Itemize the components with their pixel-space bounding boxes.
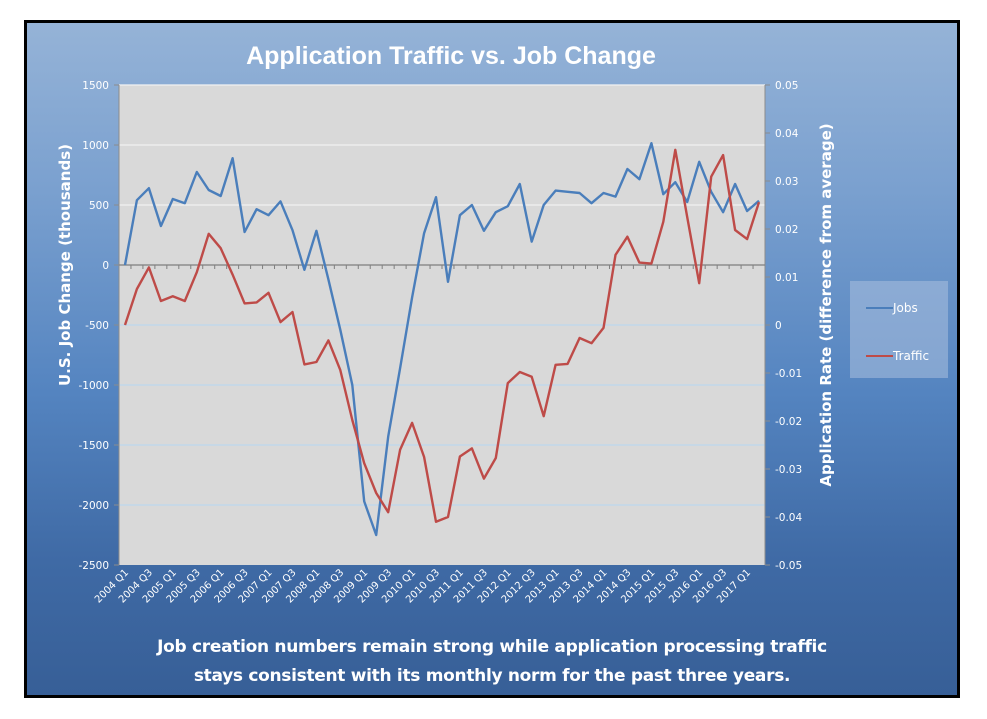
y-right-tick-label: 0.03 — [775, 176, 798, 188]
chart-panel: Application Traffic vs. Job Change 1500 1… — [24, 20, 960, 698]
y-right-tick-label: 0.04 — [775, 128, 799, 140]
y-right-tick-label: 0.05 — [775, 80, 798, 92]
y-right-tick-label: -0.01 — [775, 368, 802, 380]
chart-title: Application Traffic vs. Job Change — [246, 42, 656, 70]
legend-box — [850, 281, 948, 378]
y-axis-right-title: Application Rate (difference from averag… — [817, 123, 835, 486]
y-left-tick-label: -2000 — [78, 500, 109, 512]
legend-jobs-label: Jobs — [892, 301, 918, 315]
y-left-tick-label: 1500 — [82, 80, 109, 92]
y-left-tick-label: -500 — [85, 320, 109, 332]
y-axis-left-ticks: 1500 1000 500 0 -500 -1000 -1500 -2000 -2500 — [78, 80, 119, 572]
y-right-tick-label: 0.02 — [775, 224, 798, 236]
y-left-tick-label: 1000 — [82, 140, 109, 152]
y-right-tick-label: -0.04 — [775, 512, 802, 524]
y-left-tick-label: 0 — [102, 260, 109, 272]
y-right-tick-label: -0.05 — [775, 560, 802, 572]
caption-line-2: stays consistent with its monthly norm f… — [193, 666, 791, 686]
y-left-tick-label: -1000 — [78, 380, 109, 392]
legend: Jobs Traffic — [850, 281, 948, 378]
y-right-tick-label: -0.03 — [775, 464, 802, 476]
y-right-tick-label: 0.01 — [775, 272, 798, 284]
y-right-tick-label: 0 — [775, 320, 782, 332]
chart-caption: Job creation numbers remain strong while… — [27, 633, 957, 691]
y-left-tick-label: -1500 — [78, 440, 109, 452]
y-axis-right-ticks: 0.05 0.04 0.03 0.02 0.01 0 -0.01 -0.02 -0.03 -0.0… — [765, 80, 802, 572]
chart: Application Traffic vs. Job Change 15001… — [56, 42, 948, 605]
y-axis-left-title: U.S. Job Change (thousands) — [56, 144, 74, 386]
y-left-tick-label: 500 — [89, 200, 109, 212]
x-axis-ticks: 2004 Q12004 Q32005 Q12005 Q32006 Q12006 … — [93, 567, 753, 605]
caption-line-1: Job creation numbers remain strong while… — [157, 637, 827, 657]
y-left-tick-label: -2500 — [78, 560, 109, 572]
y-right-tick-label: -0.02 — [775, 416, 802, 428]
legend-traffic-label: Traffic — [892, 349, 929, 363]
